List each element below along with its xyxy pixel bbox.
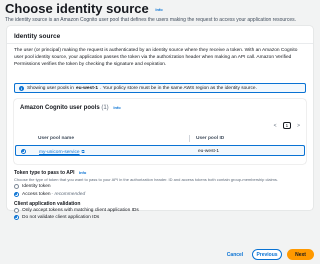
identity-source-panel: Identity source The user (or principal) … [7,26,313,220]
user-pools-table: Amazon Cognito user pools (1) Info < 1 >… [14,99,306,164]
page-info-link[interactable]: Info [155,7,162,12]
region-info-alert: i Showing user pools in eu-west-1 . Your… [14,83,306,93]
token-option-access[interactable]: Access token - recommended [14,192,85,197]
row-radio-selected[interactable] [21,149,26,154]
pagination: < 1 > [274,122,300,129]
token-option-access-note: - recommended [51,192,86,197]
client-option-no-validate[interactable]: Do not validate client application IDs [14,215,99,220]
table-row[interactable]: my-unicorn-service ⧉ eu-west-1 [15,145,305,156]
radio-identity-token[interactable] [14,184,19,189]
panel-paragraph: The user (or principal) making the reque… [14,48,298,67]
cancel-button[interactable]: Cancel [225,249,245,260]
alert-suffix: . Your policy store must be in the same … [100,85,257,91]
token-type-info-link[interactable]: Info [79,170,86,175]
client-option-validate[interactable]: Only accept tokens with matching client … [14,208,139,213]
client-validation-label: Client application validation [14,201,81,207]
panel-divider [7,43,313,44]
alert-region: eu-west-1 [75,85,99,91]
column-header-pool-id: User pool ID [196,136,225,141]
user-pool-id: eu-west-1 [198,148,220,154]
column-header-pool-name: User pool name [38,136,74,141]
token-type-label-text: Token type to pass to API [14,170,75,176]
page-title-text: Choose identity source [5,1,149,16]
page-description: The identity source is an Amazon Cognito… [5,17,296,23]
column-separator [189,135,190,142]
token-option-identity-label: Identity token [22,184,51,189]
token-type-description: Choose the type of token that you want t… [14,177,278,182]
previous-button[interactable]: Previous [252,249,282,260]
radio-access-token[interactable] [14,192,19,197]
user-pools-count: (1) [101,105,109,111]
token-option-access-label: Access token [22,192,51,197]
user-pools-title-text: Amazon Cognito user pools [20,105,100,111]
user-pool-link[interactable]: my-unicorn-service ⧉ [39,149,85,155]
user-pools-info-link[interactable]: Info [113,105,120,110]
user-pools-title: Amazon Cognito user pools (1) Info [20,105,121,111]
token-option-identity[interactable]: Identity token [14,184,51,189]
pagination-prev-button[interactable]: < [274,123,277,129]
pagination-page-1[interactable]: 1 [282,122,292,129]
client-option-validate-label: Only accept tokens with matching client … [22,208,139,213]
client-option-no-validate-label: Do not validate client application IDs [22,215,100,220]
info-icon: i [19,85,24,91]
page-title: Choose identity source Info [5,1,163,18]
pagination-next-button[interactable]: > [297,123,300,129]
token-type-label: Token type to pass to API Info [14,170,86,176]
radio-no-validate-client[interactable] [14,215,19,220]
radio-validate-client[interactable] [14,208,19,213]
panel-header: Identity source [14,33,61,40]
alert-prefix: Showing user pools in [27,85,74,91]
external-link-icon: ⧉ [81,148,85,154]
user-pool-name[interactable]: my-unicorn-service [39,150,80,155]
next-button[interactable]: Next [287,249,314,260]
